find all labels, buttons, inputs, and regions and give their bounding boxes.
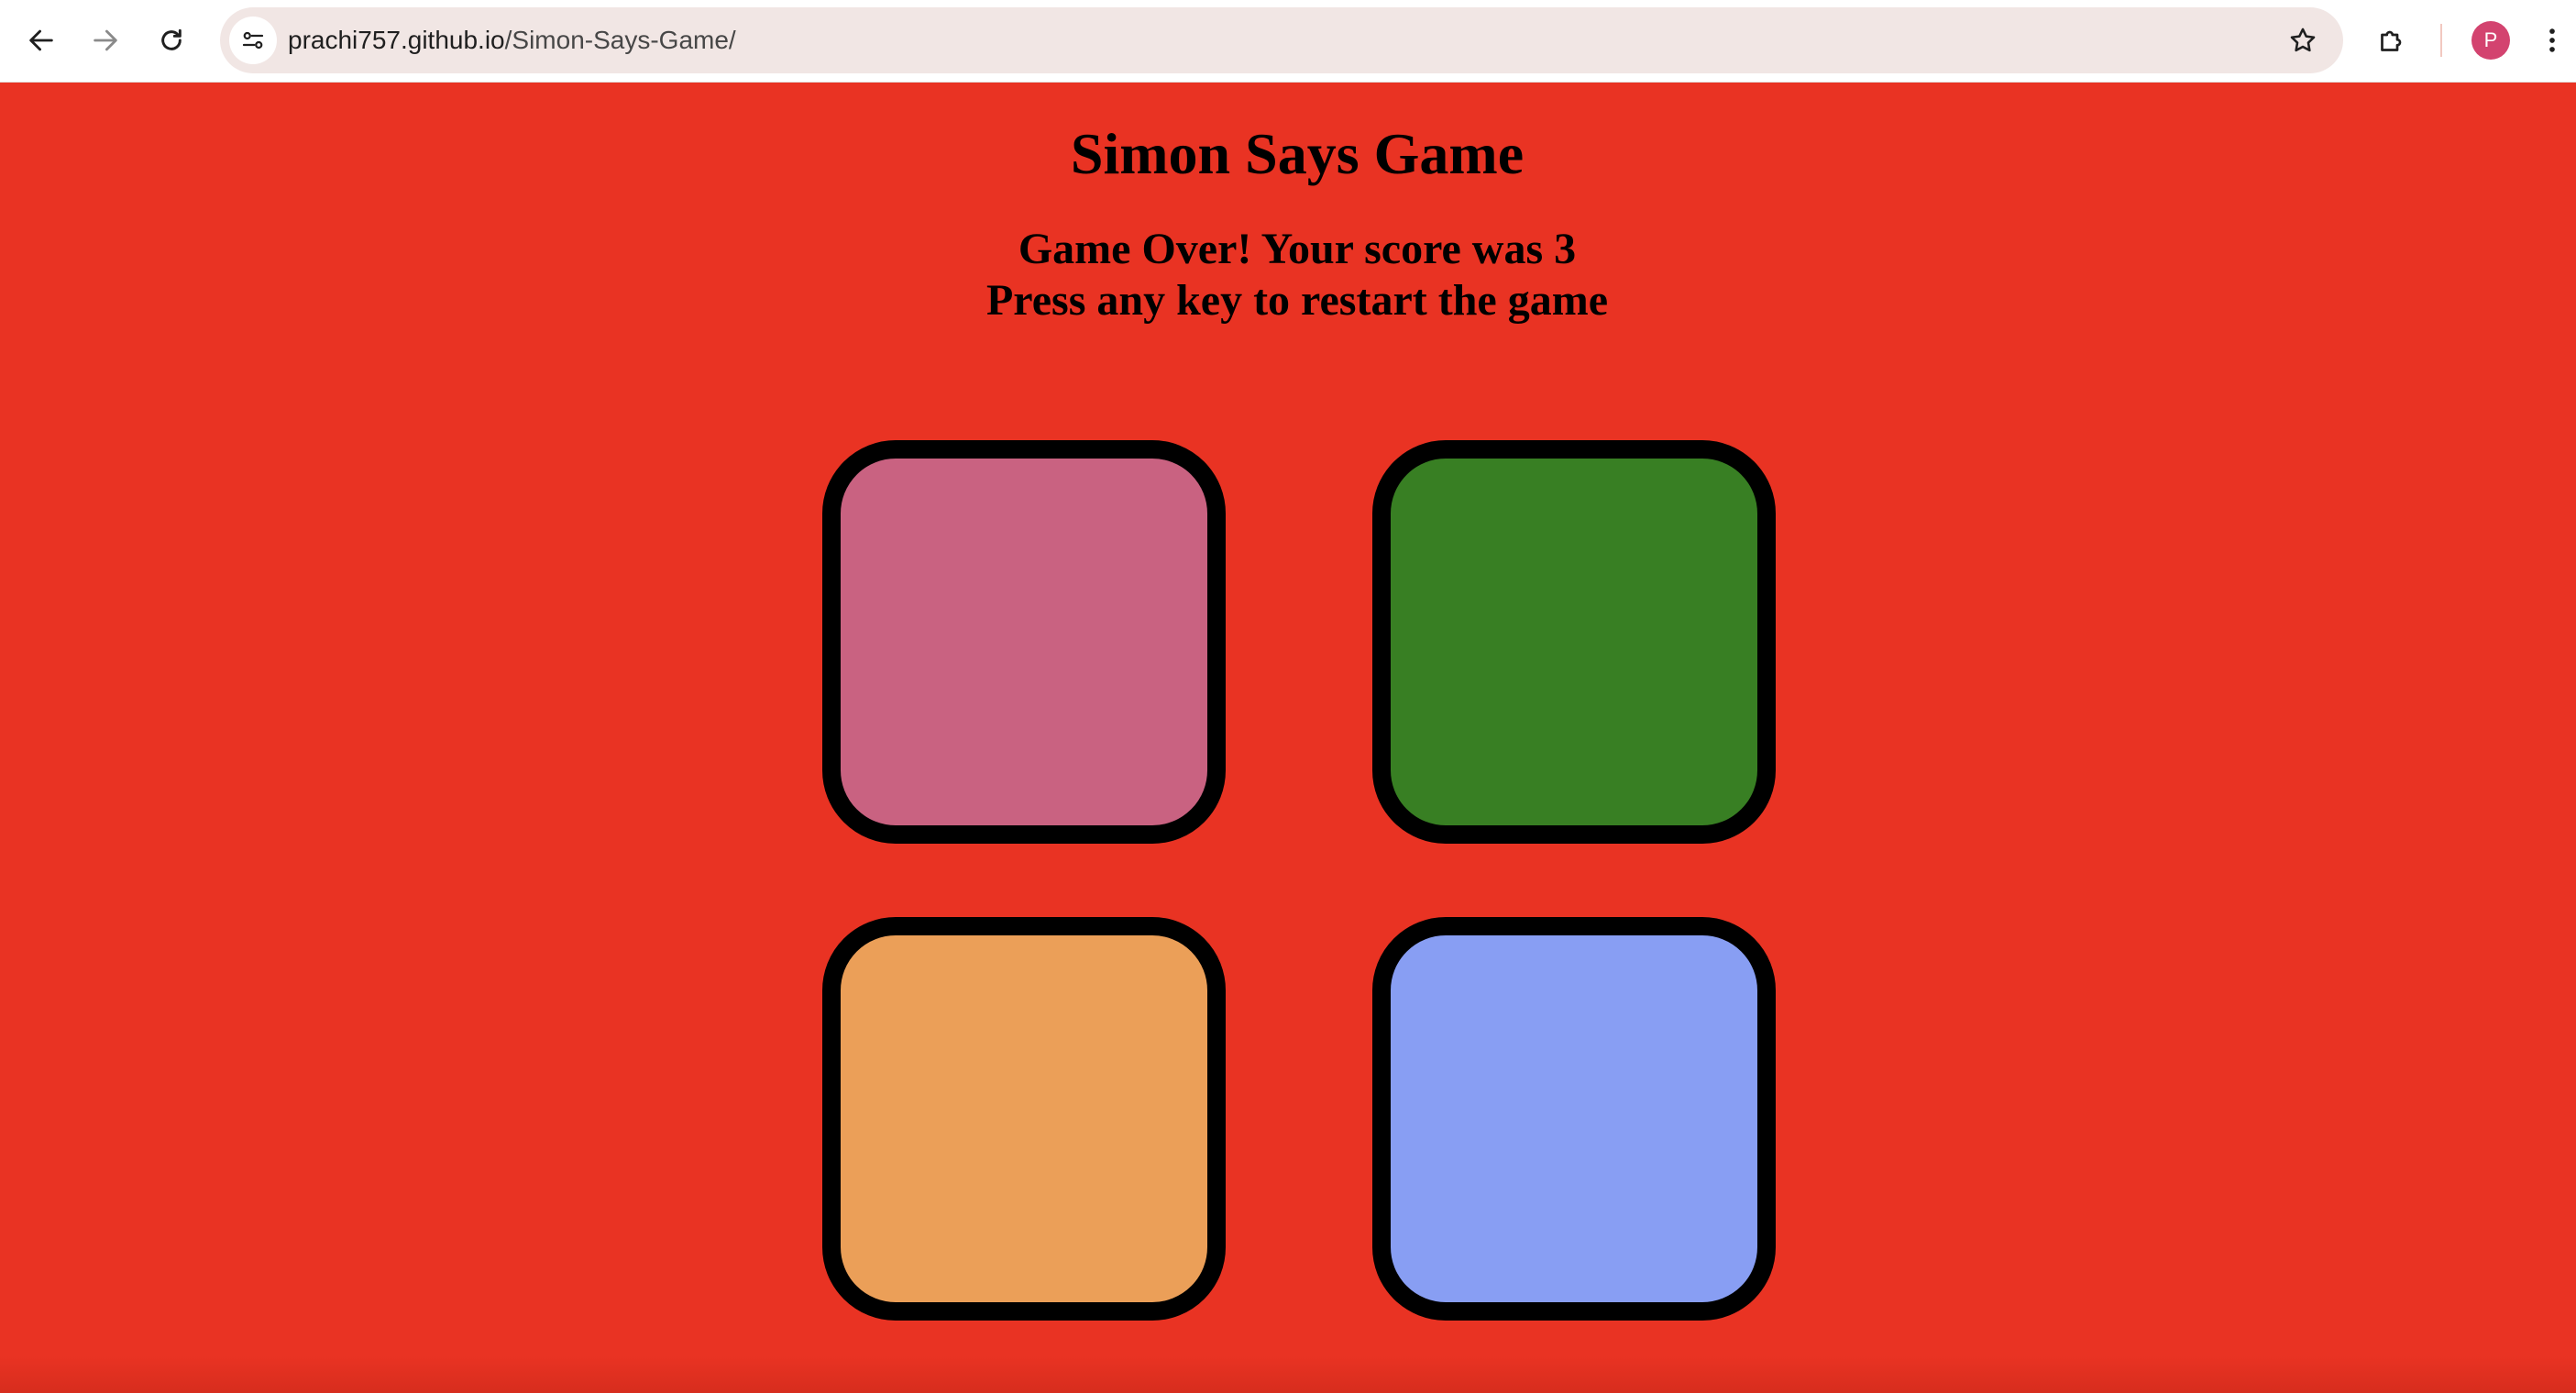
puzzle-icon: [2381, 30, 2402, 51]
url-path: /Simon-Says-Game/: [504, 26, 736, 54]
arrow-left-icon: [29, 29, 53, 51]
green-pad-button[interactable]: [1372, 440, 1776, 844]
address-bar[interactable]: prachi757.github.io/Simon-Says-Game/: [220, 7, 2343, 73]
forward-button[interactable]: [81, 16, 130, 65]
site-info-button[interactable]: [229, 17, 277, 64]
restart-instruction: Press any key to restart the game: [985, 276, 1609, 325]
arrow-right-icon: [94, 29, 117, 51]
tune-icon: [242, 31, 264, 50]
bookmark-button[interactable]: [2283, 20, 2323, 61]
url-host: prachi757.github.io: [288, 26, 505, 54]
browser-menu-button[interactable]: [2539, 20, 2565, 61]
reload-button[interactable]: [147, 16, 196, 65]
page-title: Simon Says Game: [1070, 121, 1525, 186]
toolbar-divider: [2440, 24, 2442, 57]
pink-pad-button[interactable]: [822, 440, 1226, 844]
orange-pad-button[interactable]: [822, 917, 1226, 1321]
back-button[interactable]: [17, 16, 66, 65]
reload-icon: [161, 28, 182, 50]
blue-pad-button[interactable]: [1372, 917, 1776, 1321]
bottom-shadow: [0, 1356, 2576, 1393]
browser-toolbar: prachi757.github.io/Simon-Says-Game/ P: [0, 0, 2576, 83]
kebab-menu-icon: [2549, 28, 2555, 52]
star-icon: [2290, 28, 2316, 52]
profile-avatar[interactable]: P: [2471, 21, 2510, 60]
game-over-message: Game Over! Your score was 3: [1018, 225, 1577, 273]
url-text[interactable]: prachi757.github.io/Simon-Says-Game/: [288, 7, 736, 73]
extensions-button[interactable]: [2367, 16, 2416, 65]
game-status: Game Over! Your score was 3 Press any ke…: [0, 224, 2576, 326]
